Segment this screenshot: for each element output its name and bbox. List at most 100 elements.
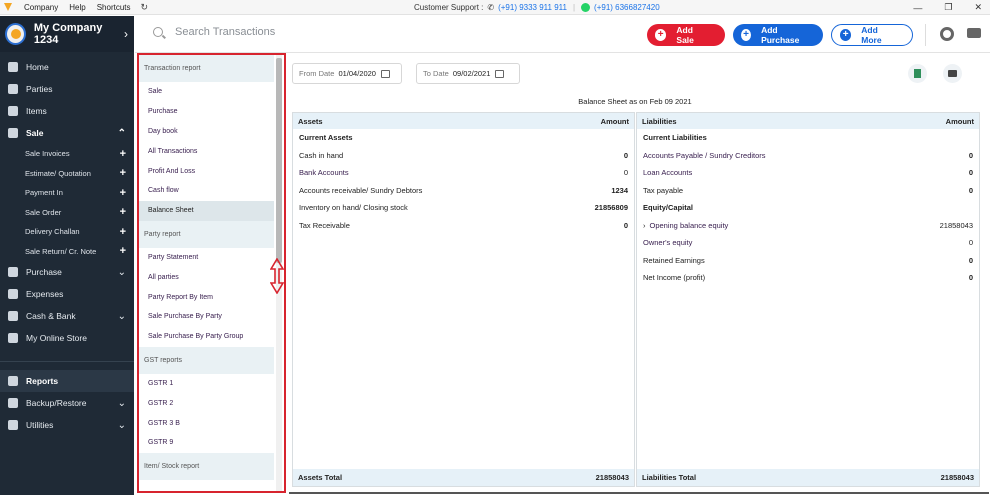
row-value: 0 <box>623 150 628 160</box>
menu-help[interactable]: Help <box>69 3 85 12</box>
plus-icon[interactable]: + <box>120 167 126 179</box>
report-balance-sheet[interactable]: Balance Sheet <box>139 200 274 221</box>
sidebar-sub-sale-order[interactable]: Sale Order + <box>0 203 134 223</box>
row-label: Loan Accounts <box>643 168 693 178</box>
top-header: Search Transactions + Add Sale + Add Purch… <box>135 16 990 53</box>
sidebar-sub-label: Payment In <box>25 188 63 198</box>
plus-icon[interactable]: + <box>120 148 126 160</box>
sidebar-sub-estimate[interactable]: Estimate/ Quotation + <box>0 164 134 184</box>
equity-row[interactable]: › Opening balance equity 21858043 <box>637 217 979 235</box>
row-value: 0 <box>968 150 973 160</box>
add-purchase-label: Add Purchase <box>761 25 800 45</box>
row-value: 21856809 <box>594 203 628 213</box>
maximize-icon[interactable]: ❐ <box>944 2 952 13</box>
report-party-statement[interactable]: Party Statement <box>139 248 274 268</box>
minimize-icon[interactable]: — <box>913 3 922 13</box>
sidebar-sub-delivery-challan[interactable]: Delivery Challan + <box>0 222 134 242</box>
printer-icon[interactable] <box>967 28 981 38</box>
sidebar-item-expenses[interactable]: Expenses <box>0 283 134 305</box>
plus-icon[interactable]: + <box>120 206 126 218</box>
report-sale[interactable]: Sale <box>139 82 274 102</box>
excel-export-button[interactable] <box>908 64 927 83</box>
sidebar-item-sale[interactable]: Sale ⌃ <box>0 122 134 144</box>
sidebar-item-utilities[interactable]: Utilities ⌄ <box>0 414 134 436</box>
sidebar-item-label: Reports <box>26 376 59 386</box>
sidebar-sub-payment-in[interactable]: Payment In + <box>0 183 134 203</box>
report-purchase[interactable]: Purchase <box>139 102 274 122</box>
phone-icon: ✆ <box>487 3 495 12</box>
sidebar-sub-sale-return[interactable]: Sale Return/ Cr. Note + <box>0 242 134 262</box>
calendar-icon[interactable] <box>495 69 505 78</box>
scrollbar-thumb[interactable] <box>276 58 282 263</box>
sidebar-item-backup[interactable]: Backup/Restore ⌄ <box>0 392 134 414</box>
asset-row: Tax Receivable 0 <box>293 217 634 235</box>
report-sale-purchase-by-party[interactable]: Sale Purchase By Party <box>139 307 274 327</box>
plus-icon[interactable]: + <box>120 226 126 238</box>
sidebar-sub-label: Sale Order <box>25 207 62 217</box>
to-date-field[interactable]: To Date 09/02/2021 <box>416 63 520 84</box>
asset-row: Accounts receivable/ Sundry Debtors 1234 <box>293 182 634 200</box>
search-input[interactable]: Search Transactions <box>175 26 275 38</box>
sidebar-item-home[interactable]: Home <box>0 56 134 78</box>
row-value: 0 <box>968 168 973 178</box>
asset-row[interactable]: Bank Accounts 0 <box>293 164 634 182</box>
sidebar-item-cash-bank[interactable]: Cash & Bank ⌄ <box>0 305 134 327</box>
add-purchase-button[interactable]: + Add Purchase <box>733 24 823 46</box>
balance-sheet-title: Balance Sheet as on Feb 09 2021 <box>578 97 692 106</box>
row-label: Tax Receivable <box>299 220 350 230</box>
support-phone-1[interactable]: (+91) 9333 911 911 <box>498 3 567 12</box>
sidebar-item-items[interactable]: Items <box>0 100 134 122</box>
report-day-book[interactable]: Day book <box>139 122 274 142</box>
amount-header: Amount <box>600 116 629 126</box>
row-label: Net Income (profit) <box>643 273 706 283</box>
report-party-by-item[interactable]: Party Report By Item <box>139 287 274 307</box>
menu-shortcuts[interactable]: Shortcuts <box>97 3 131 12</box>
plus-icon[interactable]: + <box>120 187 126 199</box>
liability-row[interactable]: Accounts Payable / Sundry Creditors 0 <box>637 147 979 165</box>
report-gstr9[interactable]: GSTR 9 <box>139 433 274 453</box>
sidebar-item-online-store[interactable]: My Online Store <box>0 327 134 349</box>
menu-company[interactable]: Company <box>24 3 58 12</box>
refresh-icon[interactable]: ↻ <box>141 2 149 13</box>
current-assets-heading: Current Assets <box>293 129 634 147</box>
sidebar-sub-sale-invoices[interactable]: Sale Invoices + <box>0 144 134 164</box>
report-gstr1[interactable]: GSTR 1 <box>139 374 274 394</box>
add-sale-button[interactable]: + Add Sale <box>647 24 725 46</box>
liabilities-header: Liabilities Amount <box>637 113 979 129</box>
sidebar-item-parties[interactable]: Parties <box>0 78 134 100</box>
report-all-transactions[interactable]: All Transactions <box>139 141 274 161</box>
print-button[interactable] <box>943 64 962 83</box>
liability-row[interactable]: Loan Accounts 0 <box>637 164 979 182</box>
chevron-up-icon: ⌃ <box>117 127 126 139</box>
sidebar-item-reports[interactable]: Reports <box>0 370 134 392</box>
items-icon <box>8 106 18 116</box>
sidebar-item-label: Utilities <box>26 420 54 430</box>
sidebar-item-purchase[interactable]: Purchase ⌄ <box>0 261 134 283</box>
company-switcher[interactable]: My Company 1234 › <box>0 16 134 52</box>
report-all-parties[interactable]: All parties <box>139 267 274 287</box>
report-gstr3b[interactable]: GSTR 3 B <box>139 413 274 433</box>
gear-icon[interactable] <box>940 27 954 41</box>
support-phone-2[interactable]: (+91) 6366827420 <box>594 3 660 12</box>
chevron-right-icon[interactable]: › <box>643 221 646 230</box>
equity-row[interactable]: Owner's equity 0 <box>637 234 979 252</box>
equity-row: Net Income (profit) 0 <box>637 269 979 287</box>
sidebar-item-label: Backup/Restore <box>26 398 87 408</box>
close-icon[interactable]: ✕ <box>974 2 982 13</box>
report-cash-flow[interactable]: Cash flow <box>139 181 274 201</box>
add-more-button[interactable]: + Add More <box>831 24 913 46</box>
sidebar-item-label: Sale <box>26 128 44 138</box>
search-bar[interactable]: Search Transactions <box>153 26 275 38</box>
plus-icon: + <box>840 29 852 41</box>
from-date-field[interactable]: From Date 01/04/2020 <box>292 63 402 84</box>
report-sale-purchase-by-party-group[interactable]: Sale Purchase By Party Group <box>139 327 274 347</box>
add-sale-label: Add Sale <box>676 25 694 45</box>
plus-icon[interactable]: + <box>120 245 126 257</box>
from-date-value: 01/04/2020 <box>338 69 376 78</box>
to-date-label: To Date <box>423 69 449 78</box>
report-gstr2[interactable]: GSTR 2 <box>139 393 274 413</box>
report-profit-loss[interactable]: Profit And Loss <box>139 161 274 181</box>
calendar-icon[interactable] <box>380 69 390 78</box>
assets-title: Assets <box>298 116 323 126</box>
from-date-label: From Date <box>299 69 335 78</box>
